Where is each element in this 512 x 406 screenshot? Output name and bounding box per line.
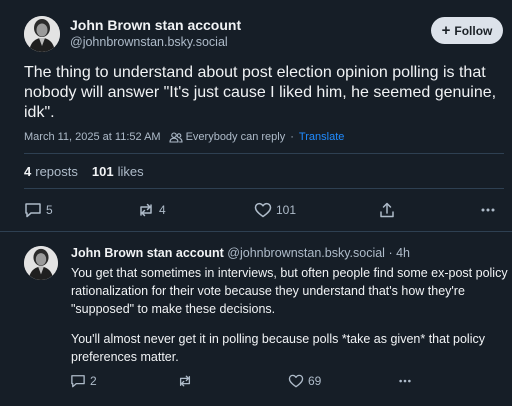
- reply-text: You get that sometimes in interviews, bu…: [71, 264, 509, 366]
- share-icon: [380, 202, 394, 218]
- repost-button[interactable]: [177, 374, 193, 388]
- likes-count: 101: [91, 164, 114, 179]
- like-icon: [254, 202, 272, 218]
- author-handle[interactable]: @johnbrownstan.bsky.social: [70, 35, 228, 49]
- repost-count: 4: [159, 203, 166, 217]
- follow-button[interactable]: + Follow: [431, 17, 503, 44]
- more-icon: [399, 379, 411, 383]
- reply-author-name[interactable]: John Brown stan account: [71, 246, 224, 260]
- like-button[interactable]: 101: [254, 202, 296, 218]
- divider: [24, 153, 504, 154]
- reply-count: 5: [46, 203, 53, 217]
- people-icon: [169, 131, 183, 143]
- avatar[interactable]: [24, 246, 58, 280]
- more-icon: [481, 208, 495, 212]
- reply-paragraph: You'll almost never get it in polling be…: [71, 332, 485, 364]
- like-count: 101: [276, 203, 297, 217]
- avatar[interactable]: [24, 16, 60, 52]
- reply-button[interactable]: 5: [24, 202, 53, 218]
- reply-icon: [25, 203, 41, 218]
- plus-icon: +: [441, 21, 451, 39]
- repost-icon: [140, 203, 152, 217]
- share-button[interactable]: [379, 202, 395, 218]
- reply-age[interactable]: · 4h: [388, 246, 410, 260]
- likes-count-link[interactable]: 101 likes: [92, 164, 144, 179]
- reply-setting[interactable]: Everybody can reply: [186, 131, 286, 143]
- likes-label: likes: [117, 164, 144, 179]
- reposts-count: 4: [24, 164, 32, 179]
- more-options-button[interactable]: [480, 202, 496, 218]
- post-text: The thing to understand about post elect…: [24, 64, 497, 121]
- reply-header: John Brown stan account @johnbrownstan.b…: [71, 246, 410, 260]
- reply-button[interactable]: 2: [70, 374, 97, 388]
- main-post: John Brown stan account @johnbrownstan.b…: [0, 0, 512, 232]
- post-timestamp[interactable]: March 11, 2025 at 11:52 AM: [24, 131, 161, 143]
- reply-icon: [71, 375, 85, 388]
- like-icon: [288, 374, 304, 388]
- repost-icon: [179, 375, 191, 387]
- reply-paragraph: You get that sometimes in interviews, bu…: [71, 266, 508, 316]
- avatar-portrait-icon: [24, 16, 60, 52]
- follow-label: Follow: [454, 23, 493, 38]
- reposts-count-link[interactable]: 4 reposts: [24, 164, 78, 179]
- avatar-portrait-icon: [24, 246, 58, 280]
- reposts-label: reposts: [35, 164, 78, 179]
- author-name[interactable]: John Brown stan account: [70, 17, 241, 33]
- like-button[interactable]: 69: [288, 374, 321, 388]
- divider: [24, 188, 504, 189]
- repost-button[interactable]: 4: [137, 202, 166, 218]
- like-count: 69: [308, 374, 322, 388]
- translate-link[interactable]: Translate: [299, 131, 344, 143]
- post-meta: March 11, 2025 at 11:52 AM Everybody can…: [24, 131, 345, 143]
- more-options-button[interactable]: [397, 374, 413, 388]
- reply-author-handle[interactable]: @johnbrownstan.bsky.social: [227, 246, 385, 260]
- engagement-counts: 4 reposts 101 likes: [24, 164, 158, 179]
- reply-count: 2: [90, 374, 97, 388]
